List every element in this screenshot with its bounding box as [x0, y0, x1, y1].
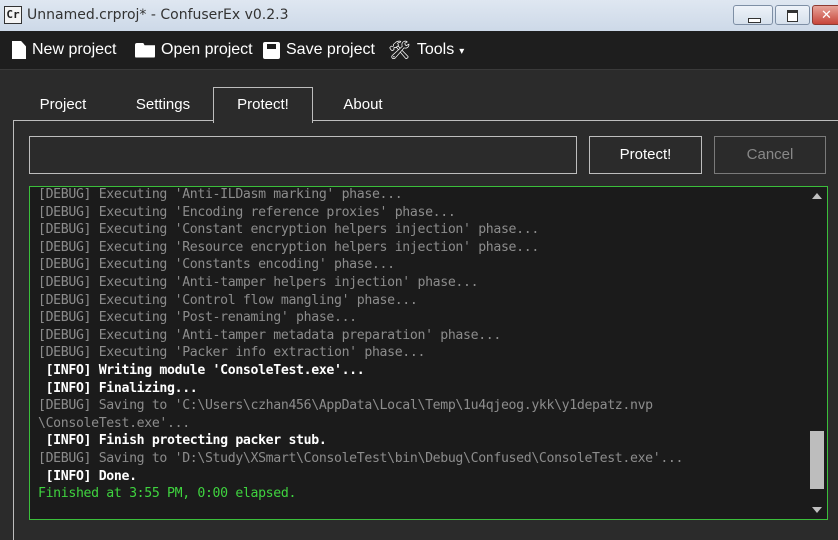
scroll-up-arrow-icon[interactable]: [812, 193, 822, 199]
protect-button[interactable]: Protect!: [589, 136, 702, 174]
cancel-button[interactable]: Cancel: [714, 136, 826, 174]
log-line: [DEBUG] Executing 'Anti-tamper helpers i…: [38, 274, 479, 290]
save-disk-icon: [263, 41, 280, 59]
window-title: Unnamed.crproj* - ConfuserEx v0.2.3: [27, 7, 289, 23]
log-line: [DEBUG] Executing 'Control flow mangling…: [38, 292, 418, 308]
log-line: [DEBUG] Executing 'Packer info extractio…: [38, 345, 426, 361]
minimize-button[interactable]: [733, 5, 773, 25]
new-project-button[interactable]: New project: [12, 31, 116, 69]
open-project-button[interactable]: Open project: [135, 31, 253, 69]
log-line: [INFO] Finalizing...: [38, 380, 198, 396]
maximize-icon: [776, 6, 809, 24]
scroll-thumb[interactable]: [810, 431, 824, 490]
minimize-icon: [734, 6, 772, 24]
new-project-label: New project: [32, 41, 117, 58]
log-line: [DEBUG] Executing 'Anti-tamper metadata …: [38, 327, 501, 343]
log-line: [DEBUG] Executing 'Constants encoding' p…: [38, 257, 395, 273]
log-line: [DEBUG] Executing 'Post-renaming' phase.…: [38, 310, 357, 326]
log-line: [DEBUG] Executing 'Anti-ILDasm marking' …: [38, 187, 403, 202]
log-line: Finished at 3:55 PM, 0:00 elapsed.: [38, 486, 297, 502]
chevron-down-icon: ▾: [459, 46, 465, 57]
tools-wrench-icon: 🛠: [388, 40, 411, 60]
log-line: \ConsoleTest.exe'...: [38, 415, 190, 431]
log-scrollbar[interactable]: [807, 187, 827, 519]
close-button[interactable]: [812, 5, 838, 25]
log-line: [INFO] Finish protecting packer stub.: [38, 433, 327, 449]
title-bar: Cr Unnamed.crproj* - ConfuserEx v0.2.3: [0, 0, 838, 32]
tab-about[interactable]: About: [318, 88, 408, 121]
protect-target-input[interactable]: [29, 136, 577, 174]
log-line: [DEBUG] Saving to 'C:\Users\czhan456\App…: [38, 398, 653, 414]
tab-protect[interactable]: Protect!: [213, 87, 313, 123]
log-line: [INFO] Done.: [38, 468, 137, 484]
scroll-down-arrow-icon[interactable]: [812, 507, 822, 513]
main-toolbar: New project Open project Save project 🛠 …: [0, 31, 838, 70]
log-output[interactable]: [DEBUG] Executing 'Anti-ILDasm marking' …: [29, 186, 828, 520]
save-project-button[interactable]: Save project: [263, 31, 375, 69]
folder-open-icon: [135, 42, 155, 58]
open-project-label: Open project: [161, 41, 253, 58]
app-icon: Cr: [4, 6, 22, 24]
log-line: [DEBUG] Executing 'Constant encryption h…: [38, 222, 539, 238]
log-lines: [DEBUG] Executing 'Anti-ILDasm marking' …: [38, 187, 808, 503]
tab-bar: Project Settings Protect! About: [0, 70, 838, 123]
tools-label: Tools: [416, 41, 455, 58]
maximize-button[interactable]: [775, 5, 810, 25]
tab-settings[interactable]: Settings: [116, 88, 210, 121]
new-document-icon: [12, 41, 26, 59]
close-icon: [813, 6, 838, 24]
tab-project[interactable]: Project: [20, 88, 106, 121]
log-line: [DEBUG] Executing 'Encoding reference pr…: [38, 204, 456, 220]
save-project-label: Save project: [286, 41, 375, 58]
tools-menu-button[interactable]: 🛠 Tools ▾: [388, 31, 464, 69]
log-line: [INFO] Writing module 'ConsoleTest.exe'.…: [38, 362, 365, 378]
log-line: [DEBUG] Executing 'Resource encryption h…: [38, 239, 539, 255]
log-line: [DEBUG] Saving to 'D:\Study\XSmart\Conso…: [38, 450, 684, 466]
